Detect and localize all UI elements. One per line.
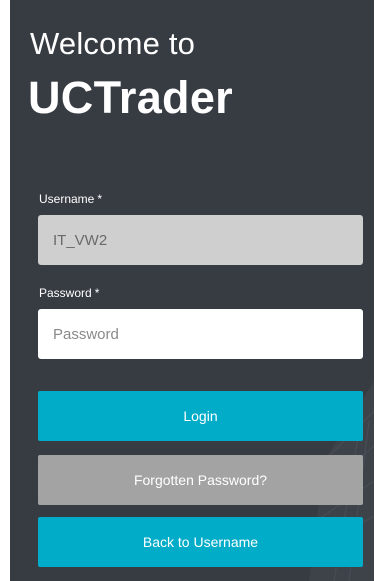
password-label-text: Password	[39, 286, 92, 300]
password-label: Password *	[39, 286, 99, 300]
login-button[interactable]: Login	[38, 391, 363, 441]
username-label-text: Username	[39, 192, 95, 206]
password-field[interactable]	[38, 309, 363, 359]
brand-title: UCTrader	[28, 72, 233, 123]
required-marker: *	[97, 192, 103, 206]
username-field[interactable]	[38, 215, 363, 265]
welcome-heading: Welcome to	[30, 26, 196, 61]
forgot-password-button[interactable]: Forgotten Password?	[38, 455, 363, 505]
required-marker: *	[94, 286, 100, 300]
back-to-username-button[interactable]: Back to Username	[38, 517, 363, 567]
username-label: Username *	[39, 192, 102, 206]
login-panel: Welcome to UCTrader Username* Password* …	[10, 0, 374, 581]
